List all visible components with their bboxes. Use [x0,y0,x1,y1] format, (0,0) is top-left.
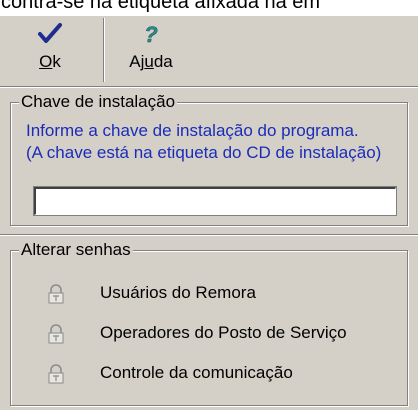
section-divider [0,234,418,236]
lock-icon [46,323,66,345]
change-passwords-group-title: Alterar senhas [19,240,133,260]
background-text-fragment: contra-se na etiqueta afixada na em [0,0,418,16]
password-item-label: Operadores do Posto de Serviço [100,323,347,342]
install-info-line2: (A chave está na etiqueta do CD de insta… [26,143,382,162]
lock-icon [46,283,66,305]
password-item-label: Usuários do Remora [100,283,256,302]
password-item-communication[interactable]: Controle da comunicação [36,360,376,388]
install-key-input[interactable] [33,186,397,216]
toolbar-separator [103,18,105,82]
install-key-group-title: Chave de instalação [19,92,178,112]
install-info-line1: Informe a chave de instalação do program… [26,121,359,140]
dialog-panel: Ok ? Ajuda Chave de instalação Informe a… [0,16,418,410]
background-text: contra-se na etiqueta afixada na em [1,0,321,13]
question-icon: ? [106,22,196,48]
password-item-label: Controle da comunicação [100,363,293,382]
toolbar-divider [0,86,418,88]
ok-button[interactable]: Ok [0,16,100,84]
password-item-operators[interactable]: Operadores do Posto de Serviço [36,320,376,348]
toolbar: Ok ? Ajuda [0,16,418,88]
ok-label: Ok [39,52,61,71]
password-item-users[interactable]: Usuários do Remora [36,280,376,308]
help-label: Ajuda [129,52,173,71]
svg-text:?: ? [144,22,157,46]
help-button[interactable]: ? Ajuda [106,16,196,84]
lock-icon [46,363,66,385]
checkmark-icon [0,22,100,46]
